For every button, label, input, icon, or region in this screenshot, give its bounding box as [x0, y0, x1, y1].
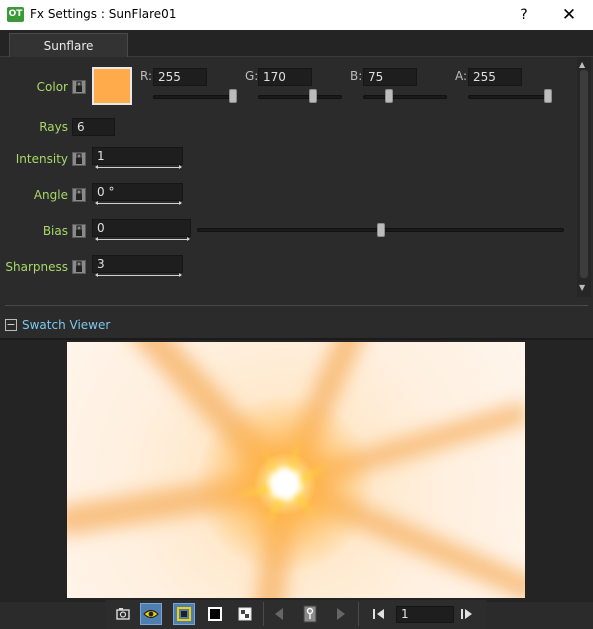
angle-label: Angle [33, 188, 68, 202]
bias-drag-bar[interactable] [95, 237, 190, 241]
key-icon[interactable] [299, 603, 321, 625]
blue-slider-handle[interactable] [385, 89, 394, 103]
lock-icon[interactable] [72, 260, 86, 274]
bias-field[interactable]: 0 [92, 219, 191, 237]
rays-label: Rays [39, 120, 68, 134]
scroll-down-icon[interactable]: ▼ [579, 283, 585, 292]
toolbar-separator [358, 602, 359, 626]
frame-field[interactable]: 1 [396, 606, 454, 623]
scroll-up-icon[interactable]: ▲ [579, 60, 585, 69]
eye-icon[interactable] [140, 603, 162, 625]
color-swatch[interactable] [92, 67, 132, 105]
alpha-field[interactable]: 255 [468, 68, 522, 86]
divider [5, 305, 588, 306]
black-bg-icon[interactable] [204, 603, 226, 625]
lock-icon[interactable] [72, 188, 86, 202]
app-logo-icon: OT [7, 7, 24, 22]
collapse-swatch-button[interactable]: − [5, 319, 17, 331]
settings-scrollbar[interactable]: ▲ ▼ [577, 57, 591, 297]
green-label: G: [245, 69, 259, 83]
sharpness-label: Sharpness [5, 260, 68, 274]
lock-icon[interactable] [72, 152, 86, 166]
settings-panel [0, 57, 576, 297]
sharpness-field[interactable]: 3 [92, 255, 183, 273]
scrollbar-thumb[interactable] [580, 70, 588, 278]
rays-field[interactable]: 6 [72, 118, 115, 136]
alpha-slider-track[interactable] [468, 95, 552, 99]
green-slider-handle[interactable] [308, 89, 317, 103]
intensity-drag-bar[interactable] [95, 165, 182, 169]
alpha-label: A: [455, 69, 468, 83]
blue-label: B: [350, 69, 363, 83]
next-key-icon[interactable] [329, 603, 351, 625]
intensity-label: Intensity [15, 152, 68, 166]
tab-sunflare[interactable]: Sunflare [9, 33, 128, 57]
color-label: Color [36, 80, 68, 94]
title-bar: OT Fx Settings : SunFlare01 ? ✕ [0, 0, 593, 30]
bias-label: Bias [42, 224, 68, 238]
green-slider-track[interactable] [258, 95, 342, 99]
angle-field[interactable]: 0 ° [92, 183, 183, 201]
green-field[interactable]: 170 [258, 68, 312, 86]
red-label: R: [140, 69, 153, 83]
sunflare-preview [67, 342, 525, 598]
red-field[interactable]: 255 [153, 68, 207, 86]
red-slider-handle[interactable] [229, 89, 237, 103]
lock-icon[interactable] [72, 224, 86, 238]
preview-toggle-icon[interactable] [173, 603, 195, 625]
lock-icon[interactable] [72, 80, 86, 94]
swatch-viewer-title[interactable]: Swatch Viewer [22, 318, 110, 332]
camera-view-icon[interactable] [112, 603, 134, 625]
bias-slider-handle[interactable] [376, 223, 385, 237]
blue-slider-track[interactable] [363, 95, 447, 99]
prev-key-icon[interactable] [269, 603, 291, 625]
sharpness-drag-bar[interactable] [95, 273, 182, 277]
viewer-toolbar: 1 [106, 600, 486, 629]
toolbar-separator [263, 602, 264, 626]
first-frame-icon[interactable] [368, 603, 390, 625]
blue-field[interactable]: 75 [363, 68, 417, 86]
intensity-field[interactable]: 1 [92, 147, 183, 165]
red-slider-track[interactable] [153, 95, 237, 99]
close-button[interactable]: ✕ [558, 4, 580, 26]
angle-drag-bar[interactable] [95, 201, 182, 205]
next-frame-icon[interactable] [456, 603, 478, 625]
window-title: Fx Settings : SunFlare01 [30, 7, 177, 21]
help-button[interactable]: ? [514, 4, 534, 26]
tab-bar: Sunflare [0, 30, 593, 57]
checkerboard-bg-icon[interactable] [234, 603, 256, 625]
alpha-slider-handle[interactable] [544, 89, 552, 103]
